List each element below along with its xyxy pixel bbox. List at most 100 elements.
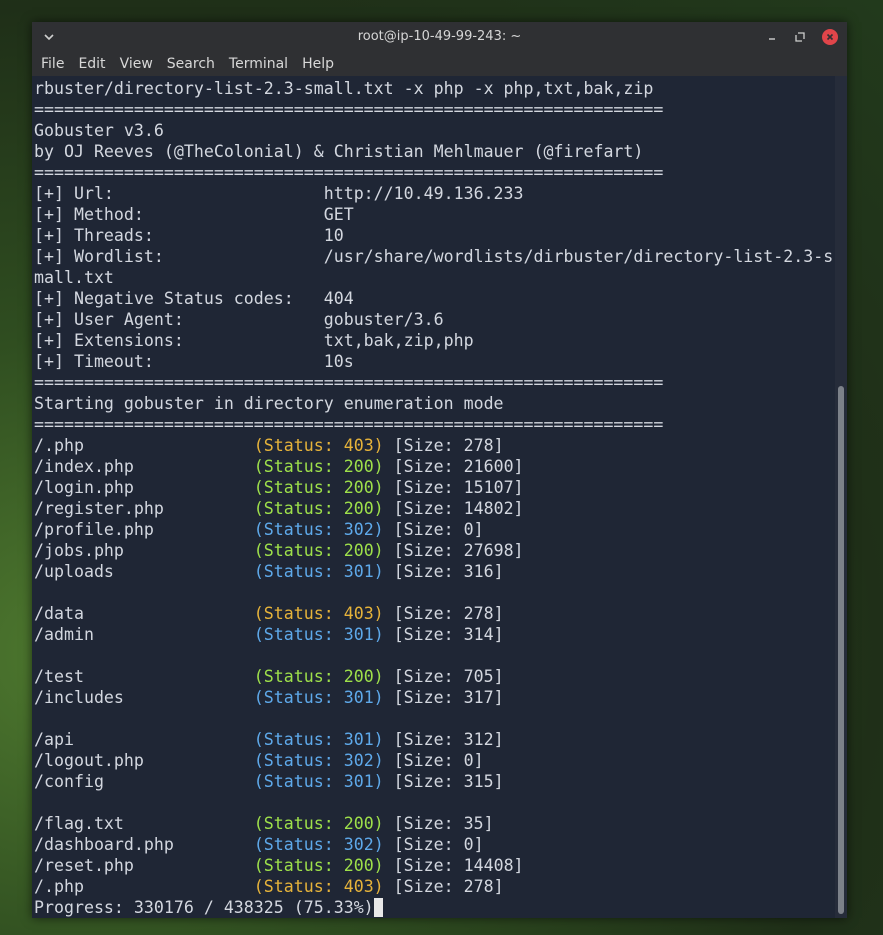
close-icon[interactable] bbox=[822, 29, 838, 45]
result-row: /index.php (Status: 200) [Size: 21600] bbox=[34, 456, 833, 477]
column-padding bbox=[134, 457, 254, 476]
result-row: /admin (Status: 301) [Size: 314] bbox=[34, 624, 833, 645]
result-path: /uploads bbox=[34, 562, 114, 581]
menu-file[interactable]: File bbox=[41, 56, 64, 72]
terminal-line: [+] Threads: 10 bbox=[34, 226, 344, 245]
result-size: [Size: 315] bbox=[393, 772, 504, 791]
result-path: /test bbox=[34, 667, 84, 686]
result-status: (Status: 200) bbox=[253, 667, 384, 686]
vertical-scrollbar[interactable] bbox=[835, 76, 847, 918]
menu-help[interactable]: Help bbox=[302, 56, 334, 72]
terminal-line: [+] User Agent: gobuster/3.6 bbox=[34, 310, 444, 329]
column-gap bbox=[384, 541, 394, 560]
result-status: (Status: 403) bbox=[253, 877, 384, 896]
result-status: (Status: 302) bbox=[253, 520, 384, 539]
result-status: (Status: 301) bbox=[253, 562, 384, 581]
column-padding bbox=[84, 877, 254, 896]
result-status: (Status: 200) bbox=[253, 457, 384, 476]
result-path: /reset.php bbox=[34, 856, 134, 875]
result-status: (Status: 200) bbox=[253, 478, 384, 497]
result-path: /index.php bbox=[34, 457, 134, 476]
column-gap bbox=[384, 667, 394, 686]
terminal-line: by OJ Reeves (@TheColonial) & Christian … bbox=[34, 142, 644, 161]
result-path: /.php bbox=[34, 436, 84, 455]
result-row: /flag.txt (Status: 200) [Size: 35] bbox=[34, 813, 833, 834]
column-gap bbox=[384, 436, 394, 455]
result-size: [Size: 15107] bbox=[393, 478, 524, 497]
result-path: /config bbox=[34, 772, 104, 791]
column-gap bbox=[384, 625, 394, 644]
column-gap bbox=[384, 499, 394, 518]
minimize-icon[interactable] bbox=[762, 27, 782, 47]
result-status: (Status: 301) bbox=[253, 625, 384, 644]
result-status: (Status: 301) bbox=[253, 772, 384, 791]
text-cursor bbox=[373, 898, 383, 917]
result-status: (Status: 403) bbox=[253, 604, 384, 623]
terminal-line: mall.txt bbox=[34, 268, 114, 287]
result-row: /api (Status: 301) [Size: 312] bbox=[34, 729, 833, 750]
result-row: /includes (Status: 301) [Size: 317] bbox=[34, 687, 833, 708]
column-padding bbox=[84, 436, 254, 455]
menu-terminal[interactable]: Terminal bbox=[229, 56, 288, 72]
column-padding bbox=[124, 814, 254, 833]
terminal-line: rbuster/directory-list-2.3-small.txt -x … bbox=[34, 79, 654, 98]
result-size: [Size: 21600] bbox=[393, 457, 524, 476]
terminal-line: ========================================… bbox=[34, 100, 664, 119]
result-size: [Size: 316] bbox=[393, 562, 504, 581]
column-gap bbox=[384, 877, 394, 896]
result-row: /reset.php (Status: 200) [Size: 14408] bbox=[34, 855, 833, 876]
result-row: /uploads (Status: 301) [Size: 316] bbox=[34, 561, 833, 582]
menu-edit[interactable]: Edit bbox=[78, 56, 105, 72]
column-padding bbox=[84, 604, 254, 623]
result-status: (Status: 200) bbox=[253, 814, 384, 833]
close-button[interactable] bbox=[820, 27, 840, 47]
result-row: /.php (Status: 403) [Size: 278] bbox=[34, 876, 833, 897]
result-row: /dashboard.php (Status: 302) [Size: 0] bbox=[34, 834, 833, 855]
result-row: /logout.php (Status: 302) [Size: 0] bbox=[34, 750, 833, 771]
result-size: [Size: 0] bbox=[393, 520, 484, 539]
result-path: /login.php bbox=[34, 478, 134, 497]
result-size: [Size: 27698] bbox=[393, 541, 524, 560]
terminal-line: Starting gobuster in directory enumerati… bbox=[34, 394, 504, 413]
result-row: /config (Status: 301) [Size: 315] bbox=[34, 771, 833, 792]
terminal-line: ========================================… bbox=[34, 415, 664, 434]
menu-search[interactable]: Search bbox=[167, 56, 215, 72]
terminal-line: [+] Method: GET bbox=[34, 205, 354, 224]
result-size: [Size: 0] bbox=[393, 835, 484, 854]
title-bar[interactable]: root@ip-10-49-99-243: ~ bbox=[32, 22, 847, 52]
terminal-line: ========================================… bbox=[34, 163, 664, 182]
result-size: [Size: 278] bbox=[393, 604, 504, 623]
result-row: /data (Status: 403) [Size: 278] bbox=[34, 603, 833, 624]
terminal-line: ========================================… bbox=[34, 373, 664, 392]
result-path: /dashboard.php bbox=[34, 835, 174, 854]
terminal-output[interactable]: rbuster/directory-list-2.3-small.txt -x … bbox=[32, 76, 835, 918]
column-padding bbox=[124, 688, 254, 707]
terminal-line: [+] Wordlist: /usr/share/wordlists/dirbu… bbox=[34, 247, 834, 266]
result-row: /register.php (Status: 200) [Size: 14802… bbox=[34, 498, 833, 519]
result-size: [Size: 278] bbox=[393, 436, 504, 455]
scrollbar-thumb[interactable] bbox=[838, 386, 844, 914]
terminal-lines: rbuster/directory-list-2.3-small.txt -x … bbox=[34, 78, 833, 918]
terminal-window: root@ip-10-49-99-243: ~ File Edit View S… bbox=[32, 22, 847, 918]
column-gap bbox=[384, 730, 394, 749]
column-gap bbox=[384, 604, 394, 623]
column-padding bbox=[94, 625, 254, 644]
terminal-line: [+] Extensions: txt,bak,zip,php bbox=[34, 331, 474, 350]
terminal-line: [+] Timeout: 10s bbox=[34, 352, 354, 371]
column-padding bbox=[154, 520, 254, 539]
column-padding bbox=[84, 667, 254, 686]
result-status: (Status: 200) bbox=[253, 499, 384, 518]
menu-view[interactable]: View bbox=[120, 56, 153, 72]
result-path: /logout.php bbox=[34, 751, 144, 770]
progress-line: Progress: 330176 / 438325 (75.33%) bbox=[34, 897, 833, 918]
result-status: (Status: 200) bbox=[253, 541, 384, 560]
column-padding bbox=[144, 751, 254, 770]
terminal-line: [+] Negative Status codes: 404 bbox=[34, 289, 354, 308]
column-padding bbox=[134, 478, 254, 497]
result-path: /api bbox=[34, 730, 74, 749]
result-path: /.php bbox=[34, 877, 84, 896]
menu-bar: File Edit View Search Terminal Help bbox=[32, 52, 847, 76]
column-gap bbox=[384, 688, 394, 707]
maximize-icon[interactable] bbox=[790, 27, 810, 47]
